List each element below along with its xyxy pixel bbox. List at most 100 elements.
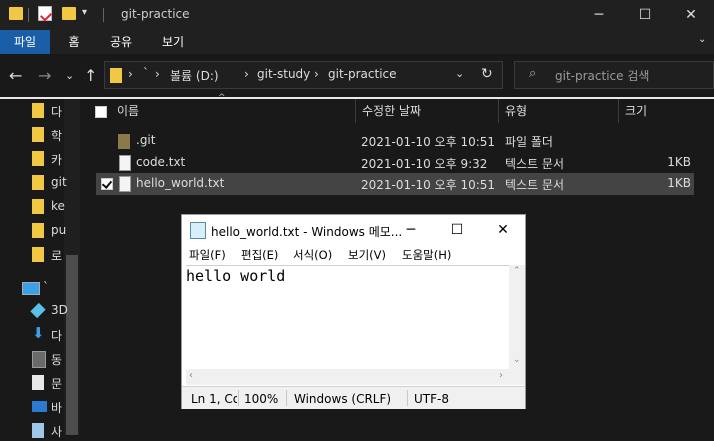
column-separator[interactable] — [355, 99, 356, 123]
back-arrow-icon[interactable]: ← — [9, 66, 22, 85]
status-cursor-position: Ln 1, Co — [191, 392, 237, 406]
status-separator — [286, 390, 287, 406]
file-size: 1KB — [667, 155, 691, 169]
toolbar-separator — [103, 8, 104, 22]
folder-icon — [32, 103, 44, 118]
nav-scrollbar-thumb[interactable] — [66, 255, 78, 435]
file-name: code.txt — [136, 155, 186, 169]
document-icon — [32, 375, 44, 390]
text-file-icon — [119, 176, 131, 192]
folder-icon — [110, 68, 122, 83]
customize-quick-access-icon[interactable]: ▾ — [82, 7, 87, 18]
breadcrumb-git-practice[interactable]: git-practice — [328, 67, 397, 81]
scroll-right-icon[interactable]: › — [499, 370, 503, 381]
picture-icon — [32, 423, 44, 438]
tab-share[interactable]: 공유 — [104, 30, 138, 54]
notepad-vertical-scrollbar[interactable]: ⌃ ⌄ — [509, 265, 525, 369]
desktop-icon — [32, 401, 47, 412]
breadcrumb-chevron[interactable]: › — [155, 67, 160, 81]
folder-icon — [32, 175, 44, 190]
tab-file[interactable]: 파일 — [0, 30, 50, 54]
video-icon — [32, 351, 46, 368]
menu-help[interactable]: 도움말(H) — [402, 247, 451, 263]
file-row[interactable]: code.txt 2021-01-10 오후 9:32 텍스트 문서 1KB — [96, 152, 694, 174]
properties-icon[interactable] — [38, 6, 53, 22]
scroll-left-icon[interactable]: ‹ — [189, 370, 193, 381]
file-name: .git — [136, 133, 156, 147]
breadcrumb-drive-root[interactable]: ` — [143, 66, 149, 80]
search-placeholder: git-practice 검색 — [555, 69, 650, 83]
sort-ascending-icon: ^ — [218, 93, 226, 103]
breadcrumb-volume[interactable]: 볼륨 (D:) — [170, 67, 219, 84]
text-file-icon — [119, 155, 131, 171]
file-date: 2021-01-10 오후 9:32 — [361, 157, 488, 171]
folder-icon — [32, 199, 44, 214]
close-button[interactable]: ✕ — [668, 0, 714, 30]
notepad-title: hello_world.txt - Windows 메모... — [211, 225, 403, 239]
notepad-status-bar: Ln 1, Co 100% Windows (CRLF) UTF-8 — [182, 386, 525, 409]
recent-locations-icon[interactable]: ⌄ — [65, 69, 74, 82]
status-line-ending: Windows (CRLF) — [294, 392, 392, 406]
minimize-button[interactable]: ─ — [576, 0, 622, 30]
notepad-maximize-button[interactable]: ☐ — [434, 215, 480, 245]
menu-edit[interactable]: 편집(E) — [241, 247, 278, 263]
notepad-icon — [190, 222, 206, 239]
select-all-checkbox[interactable] — [95, 106, 107, 118]
window-title: git-practice — [121, 7, 190, 21]
expand-ribbon-icon[interactable]: ⌄ — [698, 34, 706, 45]
refresh-icon[interactable]: ↻ — [481, 66, 493, 82]
status-encoding: UTF-8 — [414, 392, 449, 406]
folder-icon — [32, 127, 44, 142]
address-bar[interactable]: › ` › 볼륨 (D:) › git-study › git-practice… — [104, 61, 503, 89]
file-row[interactable]: hello_world.txt 2021-01-10 오후 10:51 텍스트 … — [96, 173, 694, 195]
file-date: 2021-01-10 오후 10:51 — [361, 135, 496, 149]
folder-icon — [32, 151, 44, 166]
file-type: 파일 폴더 — [505, 135, 553, 149]
address-dropdown-icon[interactable]: ⌄ — [455, 67, 464, 80]
column-header-type[interactable]: 유형 — [505, 99, 527, 123]
status-separator — [407, 390, 408, 406]
file-row[interactable]: .git 2021-01-10 오후 10:51 파일 폴더 — [96, 130, 694, 152]
menu-file[interactable]: 파일(F) — [189, 247, 226, 263]
tab-view[interactable]: 보기 — [156, 30, 190, 54]
search-box[interactable]: ⌕ git-practice 검색 — [514, 61, 714, 89]
file-name: hello_world.txt — [136, 176, 225, 190]
toolbar-separator — [28, 8, 29, 22]
maximize-button[interactable]: ☐ — [622, 0, 668, 30]
row-checkbox[interactable] — [101, 178, 113, 190]
notepad-close-button[interactable]: ✕ — [480, 215, 526, 245]
file-type: 텍스트 문서 — [505, 157, 565, 171]
column-separator[interactable] — [618, 99, 619, 123]
file-type: 텍스트 문서 — [505, 178, 565, 192]
breadcrumb-chevron[interactable]: › — [244, 67, 249, 81]
tab-home[interactable]: 홈 — [60, 30, 88, 54]
column-header-date[interactable]: 수정한 날짜 — [362, 99, 421, 123]
new-folder-icon[interactable] — [62, 7, 76, 20]
breadcrumb-git-study[interactable]: git-study — [257, 67, 310, 81]
column-header-name[interactable]: 이름 — [117, 99, 139, 123]
scroll-up-icon[interactable]: ⌃ — [513, 266, 521, 276]
breadcrumb-chevron[interactable]: › — [128, 67, 133, 81]
menu-format[interactable]: 서식(O) — [293, 247, 332, 263]
notepad-horizontal-scrollbar[interactable]: ‹ › — [186, 369, 525, 385]
breadcrumb-chevron[interactable]: › — [314, 67, 319, 81]
notepad-content[interactable]: hello world — [186, 267, 285, 285]
folder-icon — [118, 134, 130, 149]
folder-icon — [32, 247, 44, 262]
status-zoom: 100% — [244, 392, 279, 406]
notepad-window[interactable]: hello_world.txt - Windows 메모... ─ ☐ ✕ 파일… — [181, 214, 526, 409]
menu-view[interactable]: 보기(V) — [348, 247, 386, 263]
folder-icon — [9, 7, 23, 20]
forward-arrow-icon[interactable]: → — [38, 66, 51, 85]
scroll-down-icon[interactable]: ⌄ — [513, 355, 521, 365]
status-separator — [238, 390, 239, 406]
up-arrow-icon[interactable]: ↑ — [84, 66, 97, 85]
file-date: 2021-01-10 오후 10:51 — [361, 178, 496, 192]
computer-icon — [22, 282, 40, 295]
list-scrollbar[interactable] — [694, 99, 714, 435]
notepad-minimize-button[interactable]: ─ — [388, 215, 434, 245]
divider — [0, 97, 714, 99]
search-icon: ⌕ — [529, 66, 537, 81]
column-separator[interactable] — [498, 99, 499, 123]
column-header-size[interactable]: 크기 — [625, 99, 647, 123]
